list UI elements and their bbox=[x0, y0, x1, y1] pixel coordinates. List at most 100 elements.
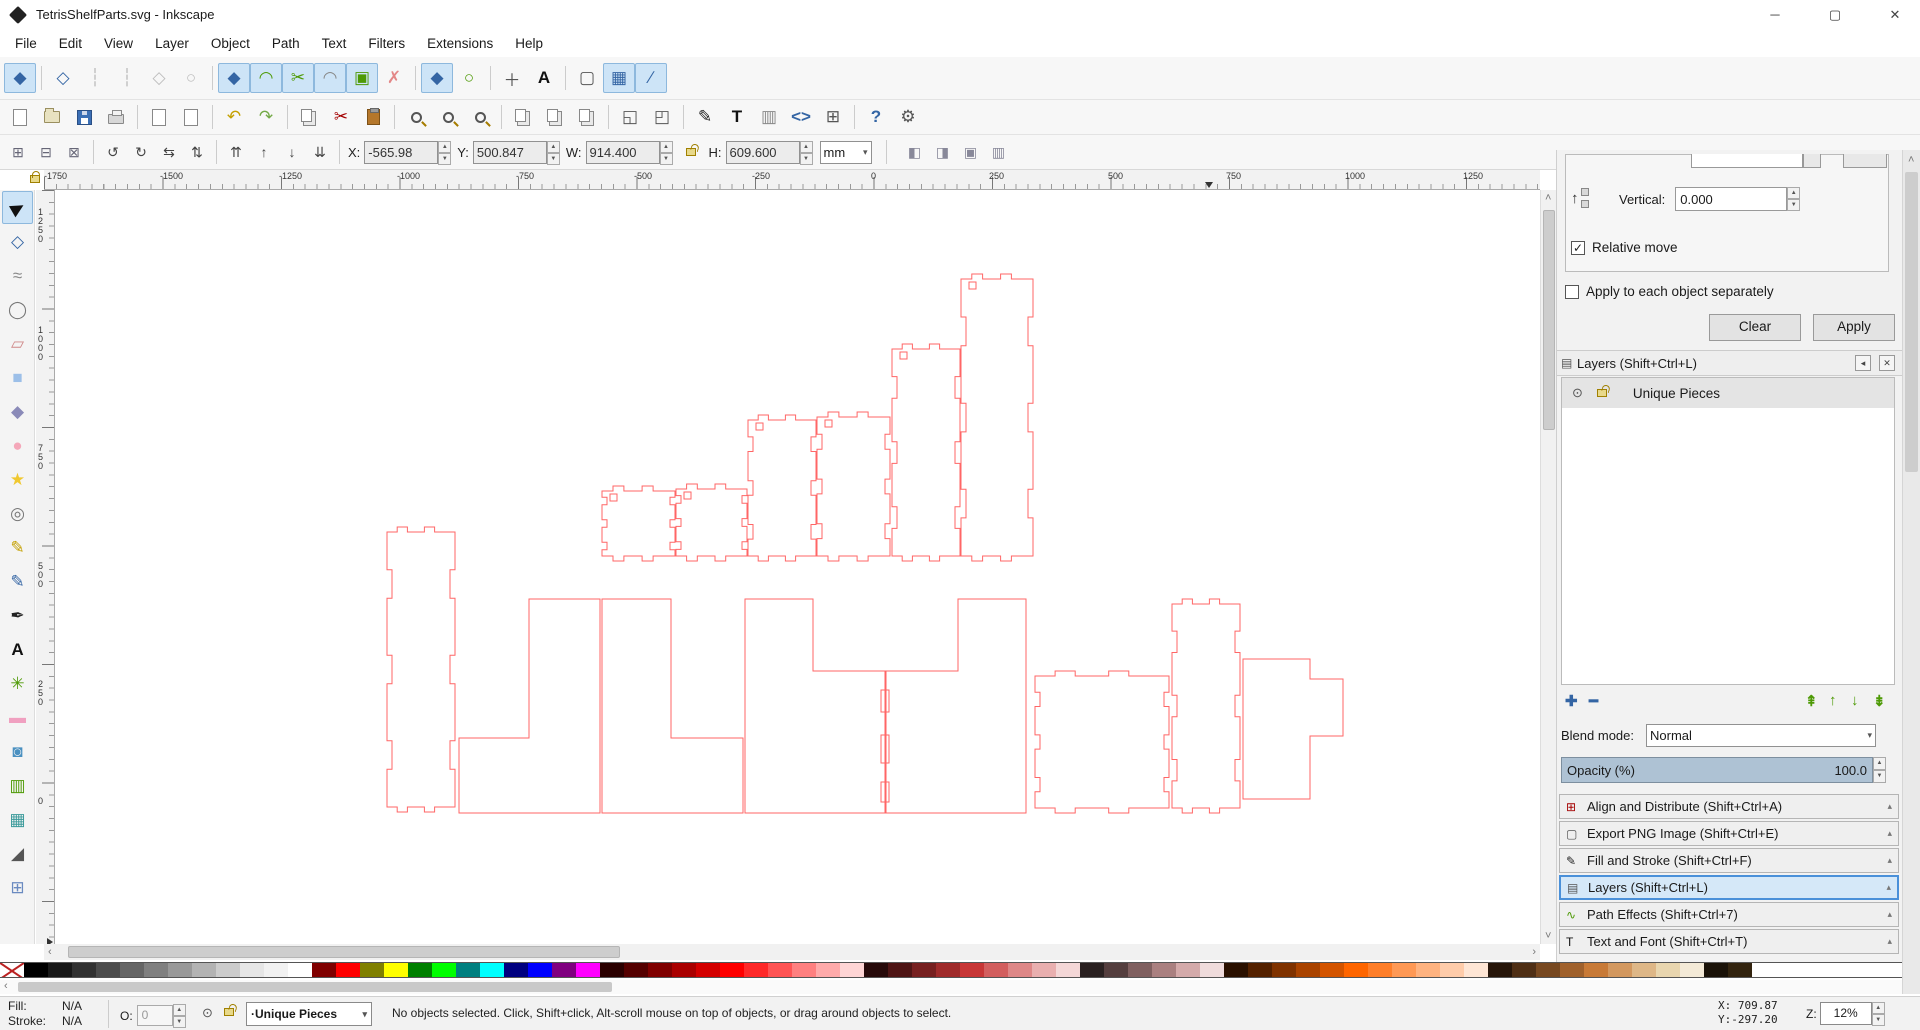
apply-button[interactable]: Apply bbox=[1813, 314, 1895, 341]
scrollbar-thumb[interactable] bbox=[1543, 210, 1555, 430]
palette-scrollbar[interactable]: ‹ › bbox=[0, 980, 1920, 994]
opacity-spinner[interactable]: ▲ ▼ bbox=[1873, 757, 1886, 783]
palette-swatch[interactable] bbox=[96, 963, 120, 977]
palette-swatch[interactable] bbox=[1392, 963, 1416, 977]
snap-text-baseline-icon[interactable]: A bbox=[528, 63, 560, 93]
palette-swatch[interactable] bbox=[1224, 963, 1248, 977]
open-document-icon[interactable] bbox=[36, 102, 68, 132]
palette-swatch[interactable] bbox=[1464, 963, 1488, 977]
drawing-piece[interactable] bbox=[386, 526, 456, 813]
palette-swatch[interactable] bbox=[1728, 963, 1752, 977]
palette-swatch[interactable] bbox=[1272, 963, 1296, 977]
drawing-canvas[interactable] bbox=[55, 190, 1540, 944]
palette-swatch[interactable] bbox=[144, 963, 168, 977]
snap-guides-icon[interactable]: ∕ bbox=[635, 63, 667, 93]
dock-bar-export[interactable]: ▢ Export PNG Image (Shift+Ctrl+E) ▴ bbox=[1559, 821, 1899, 846]
scrollbar-thumb[interactable] bbox=[1905, 172, 1918, 472]
current-layer-select[interactable]: · Unique Pieces ▾ bbox=[246, 1002, 372, 1026]
unit-select[interactable]: mm ▾ bbox=[819, 140, 872, 164]
palette-swatch[interactable] bbox=[1680, 963, 1704, 977]
measure-tool-icon[interactable]: ▱ bbox=[2, 327, 33, 360]
y-field[interactable]: Y: 500.847 ▲ ▼ bbox=[457, 140, 560, 165]
snap-line-midpoints-icon[interactable]: ✗ bbox=[378, 63, 410, 93]
unlink-clone-icon[interactable] bbox=[571, 102, 603, 132]
text-tool-icon[interactable]: A bbox=[2, 633, 33, 666]
drawing-piece[interactable] bbox=[885, 598, 1027, 814]
snap-bbox-midpoints-icon[interactable]: ◇ bbox=[143, 63, 175, 93]
clear-button[interactable]: Clear bbox=[1709, 314, 1801, 341]
drawing-piece[interactable] bbox=[601, 485, 676, 562]
palette-swatch[interactable] bbox=[1008, 963, 1032, 977]
w-input[interactable]: 914.400 bbox=[585, 140, 660, 164]
palette-swatch[interactable] bbox=[624, 963, 648, 977]
deselect-icon[interactable]: ⊠ bbox=[60, 139, 88, 165]
save-document-icon[interactable] bbox=[68, 102, 100, 132]
zoom-page-icon[interactable] bbox=[464, 102, 496, 132]
drawing-piece[interactable] bbox=[675, 483, 748, 562]
menu-extensions[interactable]: Extensions bbox=[416, 33, 504, 54]
palette-swatch[interactable] bbox=[1344, 963, 1368, 977]
palette-swatch[interactable] bbox=[1128, 963, 1152, 977]
palette-swatch[interactable] bbox=[72, 963, 96, 977]
spray-tool-icon[interactable]: ✳ bbox=[2, 667, 33, 700]
snap-bbox-icon[interactable]: ◇ bbox=[47, 63, 79, 93]
pen-tool-icon[interactable]: ✎ bbox=[2, 565, 33, 598]
palette-swatch[interactable] bbox=[672, 963, 696, 977]
palette-swatch[interactable] bbox=[648, 963, 672, 977]
horizontal-ruler[interactable]: -1750 -1500 -1250 -1000 -750 -500 -250 0 250 500 7… bbox=[44, 170, 1540, 190]
w-field[interactable]: W: 914.400 ▲ ▼ bbox=[566, 140, 673, 165]
scrollbar-thumb[interactable] bbox=[18, 982, 612, 992]
menu-help[interactable]: Help bbox=[504, 33, 554, 54]
palette-swatch[interactable] bbox=[1440, 963, 1464, 977]
selector-tool-icon[interactable]: ▶ bbox=[2, 191, 33, 224]
stroke-value[interactable]: N/A bbox=[62, 1014, 82, 1028]
h-field[interactable]: H: 609.600 ▲ ▼ bbox=[709, 140, 813, 165]
lock-open-icon[interactable] bbox=[1596, 389, 1607, 397]
print-icon[interactable] bbox=[100, 102, 132, 132]
snap-cusp-nodes-icon[interactable]: ◠ bbox=[314, 63, 346, 93]
zoom-input[interactable]: 12% bbox=[1819, 1002, 1872, 1025]
zoom-selection-icon[interactable] bbox=[400, 102, 432, 132]
dock-collapse-button[interactable]: ◂ bbox=[1855, 355, 1871, 371]
dock-close-button[interactable]: ✕ bbox=[1879, 355, 1895, 371]
palette-swatch[interactable] bbox=[456, 963, 480, 977]
calligraphy-tool-icon[interactable]: ✒ bbox=[2, 599, 33, 632]
blend-mode-select[interactable]: Normal ▾ bbox=[1646, 723, 1876, 747]
maximize-button[interactable]: ▢ bbox=[1812, 0, 1858, 30]
palette-swatch[interactable] bbox=[984, 963, 1008, 977]
unit-combo-partial[interactable] bbox=[1843, 154, 1887, 168]
layer-to-bottom-button[interactable]: ⇟ bbox=[1873, 692, 1886, 710]
select-all-icon[interactable]: ⊞ bbox=[4, 139, 32, 165]
layer-raise-button[interactable]: ↑ bbox=[1829, 692, 1837, 709]
drawing-piece[interactable] bbox=[1034, 670, 1170, 814]
preferences-icon[interactable]: ⚙ bbox=[892, 102, 924, 132]
palette-swatch[interactable] bbox=[1584, 963, 1608, 977]
rotate-ccw-icon[interactable]: ↺ bbox=[99, 139, 127, 165]
palette-swatch[interactable] bbox=[1512, 963, 1536, 977]
palette-swatch[interactable] bbox=[408, 963, 432, 977]
fill-stroke-dialog-icon[interactable]: ✎ bbox=[689, 102, 721, 132]
palette-swatch[interactable] bbox=[528, 963, 552, 977]
palette-swatch[interactable] bbox=[1656, 963, 1680, 977]
palette-swatch[interactable] bbox=[1704, 963, 1728, 977]
palette-swatch[interactable] bbox=[912, 963, 936, 977]
mesh-tool-icon[interactable]: ▦ bbox=[2, 803, 33, 836]
gradient-tool-icon[interactable]: ▥ bbox=[2, 769, 33, 802]
palette-swatch[interactable] bbox=[936, 963, 960, 977]
palette-swatch[interactable] bbox=[312, 963, 336, 977]
palette-swatch[interactable] bbox=[1536, 963, 1560, 977]
drawing-piece[interactable] bbox=[747, 414, 817, 562]
close-button[interactable]: ✕ bbox=[1872, 0, 1918, 30]
palette-swatch[interactable] bbox=[168, 963, 192, 977]
dropper-tool-icon[interactable]: ◢ bbox=[2, 837, 33, 870]
palette-swatch[interactable] bbox=[1032, 963, 1056, 977]
add-layer-button[interactable]: ✚ bbox=[1565, 692, 1578, 710]
palette-swatch[interactable] bbox=[744, 963, 768, 977]
palette-swatch[interactable] bbox=[240, 963, 264, 977]
palette-swatch[interactable] bbox=[1488, 963, 1512, 977]
opacity-spinner[interactable]: ▲ ▼ bbox=[172, 1004, 186, 1028]
menu-path[interactable]: Path bbox=[261, 33, 311, 54]
copy-icon[interactable] bbox=[293, 102, 325, 132]
box3d-tool-icon[interactable]: ◆ bbox=[2, 395, 33, 428]
spiral-tool-icon[interactable]: ◎ bbox=[2, 497, 33, 530]
